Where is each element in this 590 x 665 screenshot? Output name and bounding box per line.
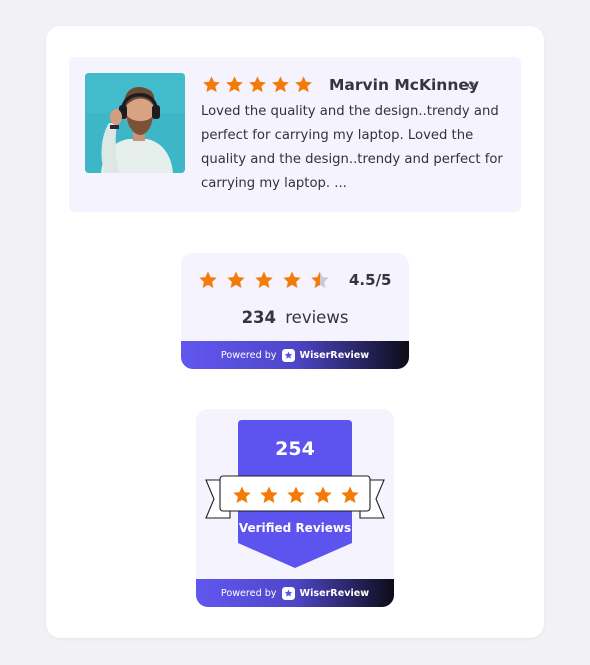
rating-widget[interactable]: 4.5/5 234 reviews Powered by WiserReview — [181, 253, 409, 369]
powered-by-bar[interactable]: Powered by WiserReview — [196, 579, 394, 607]
verified-dot-icon — [468, 82, 475, 89]
reviewer-avatar — [85, 73, 185, 173]
star-icon — [272, 76, 289, 93]
badge-stars — [232, 485, 360, 505]
brand-name: WiserReview — [299, 349, 370, 361]
powered-by-label: Powered by — [220, 349, 277, 361]
review-count-label: reviews — [285, 308, 349, 327]
star-icon — [314, 486, 332, 503]
star-icon — [255, 271, 273, 288]
star-icon — [227, 271, 245, 288]
review-count: 234 reviews — [181, 308, 409, 327]
powered-by-bar[interactable]: Powered by WiserReview — [181, 341, 409, 369]
powered-by-label: Powered by — [220, 587, 277, 599]
star-icon — [249, 76, 266, 93]
star-icon — [199, 271, 217, 288]
star-icon — [203, 76, 220, 93]
rating-score: 4.5/5 — [349, 271, 392, 289]
review-card[interactable]: Marvin McKinney Loved the quality and th… — [69, 57, 521, 212]
star-icon — [233, 486, 251, 503]
star-icon — [260, 486, 278, 503]
star-icon — [341, 486, 359, 503]
review-count-number: 234 — [241, 308, 277, 327]
star-icon — [287, 486, 305, 503]
brand-name: WiserReview — [299, 587, 370, 599]
badge-count: 254 — [275, 438, 315, 460]
reviewer-name: Marvin McKinney — [329, 76, 479, 94]
verified-badge-widget[interactable]: 254 Verified Reviews Powered by WiserRev… — [196, 409, 394, 607]
star-half-icon — [311, 271, 329, 288]
rating-stars — [198, 270, 330, 290]
wiserreview-logo-icon — [282, 348, 296, 362]
star-icon — [226, 76, 243, 93]
badge-label: Verified Reviews — [238, 521, 352, 535]
star-icon — [283, 271, 301, 288]
widgets-card: Marvin McKinney Loved the quality and th… — [46, 26, 544, 638]
review-star-rating — [202, 75, 313, 94]
wiserreview-logo-icon — [282, 586, 296, 600]
review-text: Loved the quality and the design..trendy… — [201, 104, 503, 191]
star-icon — [295, 76, 312, 93]
